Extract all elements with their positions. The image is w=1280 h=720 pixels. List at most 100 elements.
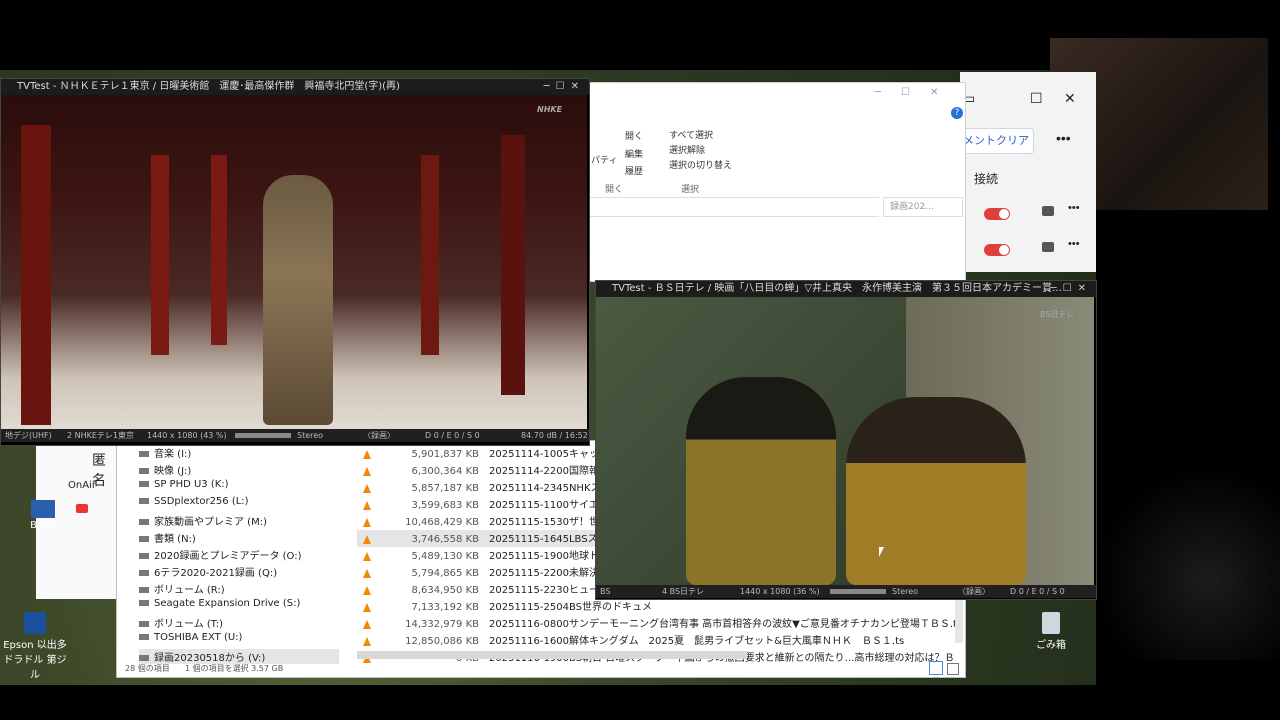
channel-logo: NHKE xyxy=(537,105,563,114)
file-row[interactable]: 12,850,086 KB 20251116-1600解体キングダム 2025夏 … xyxy=(357,632,957,649)
file-name: 20251115-2504BS世界のドキュメ xyxy=(489,602,652,613)
vlc-file-icon xyxy=(363,585,371,595)
desktop-icon-label: ごみ箱 xyxy=(1036,640,1066,651)
signal-label: 84.70 dB / 16:52 xyxy=(521,431,588,440)
nav-drive-item[interactable]: 2020録画とプレミアデータ (O:) xyxy=(139,547,302,562)
nav-drive-item[interactable]: SSDplextor256 (L:) xyxy=(139,496,249,507)
message-icon[interactable] xyxy=(1042,242,1054,252)
nav-drive-item[interactable]: 音楽 (I:) xyxy=(139,445,191,460)
drive-label: Seagate Expansion Drive (S:) xyxy=(154,598,301,609)
window-controls[interactable]: ─☐✕ xyxy=(1051,281,1092,297)
desktop-icon-epson[interactable]: Epson 以出多 ドラドル 第ジル xyxy=(0,612,70,681)
nav-drive-item[interactable]: 家族動画やプレミア (M:) xyxy=(139,513,267,528)
desktop-icon-band[interactable]: Band xyxy=(8,500,78,531)
audio-label[interactable]: Stereo xyxy=(892,585,918,598)
window-titlebar[interactable]: TVTest - ＮＨＫＥテレ１東京 / 日曜美術館 運慶･最高傑作群 興福寺北… xyxy=(1,79,589,95)
nav-drive-item[interactable]: 録画20230518から (V:) xyxy=(139,649,339,664)
phone-link-panel: ▭ ☐ ✕ メントクリア ••• 接続 ••• ••• xyxy=(960,72,1096,272)
nav-drive-item[interactable]: SP PHD U3 (K:) xyxy=(139,479,229,490)
file-size: 5,489,130 KB xyxy=(411,551,480,562)
file-size: 3,599,683 KB xyxy=(411,500,480,511)
more-icon[interactable]: ••• xyxy=(1068,202,1080,214)
drive-icon xyxy=(139,468,149,474)
select-all-button[interactable]: すべて選択 xyxy=(669,128,713,141)
vlc-file-icon xyxy=(363,500,371,510)
more-icon[interactable]: ••• xyxy=(1068,238,1080,250)
nav-drive-item[interactable]: ボリューム (T:) xyxy=(139,615,223,630)
tvtest-window-nhke[interactable]: TVTest - ＮＨＫＥテレ１東京 / 日曜美術館 運慶･最高傑作群 興福寺北… xyxy=(0,78,590,446)
desktop-icon-label: Epson 以出多 ドラドル 第ジル xyxy=(3,640,67,681)
search-input[interactable]: 録画202... xyxy=(883,197,963,217)
mouse-cursor-icon xyxy=(879,547,884,557)
drive-label: SP PHD U3 (K:) xyxy=(154,479,229,490)
properties-button[interactable]: パティ xyxy=(591,153,617,166)
audio-label[interactable]: Stereo xyxy=(297,429,323,442)
edit-button[interactable]: 編集 xyxy=(625,147,643,160)
select-none-button[interactable]: 選択解除 xyxy=(669,143,705,156)
connection-row: ••• xyxy=(972,238,1092,262)
open-button[interactable]: 開く xyxy=(625,129,643,142)
drive-icon xyxy=(139,634,149,640)
help-icon[interactable]: ? xyxy=(951,107,963,119)
drive-label: 音楽 (I:) xyxy=(154,449,192,460)
nav-drive-item[interactable]: ボリューム (R:) xyxy=(139,581,225,596)
clear-button[interactable]: メントクリア xyxy=(962,128,1034,154)
drive-icon xyxy=(139,536,149,542)
error-counter: D 0 / E 0 / S 0 xyxy=(425,431,480,440)
window-titlebar[interactable]: TVTest - ＢＳ日テレ / 映画「八日目の蝉」▽井上真央 永作博美主演 第… xyxy=(596,281,1096,297)
window-title: TVTest - ＮＨＫＥテレ１東京 / 日曜美術館 運慶･最高傑作群 興福寺北… xyxy=(17,81,400,92)
nav-drive-item[interactable]: 映像 (J:) xyxy=(139,462,191,477)
file-row[interactable]: 7,133,192 KB 20251115-2504BS世界のドキュメ xyxy=(357,598,729,615)
vertical-scrollbar[interactable] xyxy=(955,599,963,643)
desktop-icon-recycle-bin[interactable]: ごみ箱 xyxy=(1016,612,1086,651)
file-size: 5,857,187 KB xyxy=(411,483,480,494)
channel-label[interactable]: 2 NHKEテレ1東京 xyxy=(67,429,134,442)
app-icon xyxy=(31,500,55,518)
tiles-view-icon[interactable] xyxy=(947,663,959,675)
resolution-label: 1440 x 1080 (43 %) xyxy=(147,431,227,440)
maximize-icon[interactable]: ☐ xyxy=(1030,90,1043,107)
connection-row: ••• xyxy=(972,202,1092,226)
details-view-icon[interactable] xyxy=(929,661,943,675)
vlc-file-icon xyxy=(363,449,371,459)
tvtest-window-bsntv[interactable]: TVTest - ＢＳ日テレ / 映画「八日目の蝉」▽井上真央 永作博美主演 第… xyxy=(595,280,1097,600)
invert-selection-button[interactable]: 選択の切り替え xyxy=(669,158,732,171)
horizontal-scrollbar[interactable] xyxy=(357,651,747,659)
connection-toggle[interactable] xyxy=(984,208,1010,220)
nav-drive-item[interactable]: Seagate Expansion Drive (S:) xyxy=(139,598,300,609)
more-icon[interactable]: ••• xyxy=(1056,130,1071,146)
window-controls[interactable]: ─☐✕ xyxy=(544,79,585,95)
file-row[interactable]: 14,332,979 KB 20251116-0800サンデーモーニング台湾有事 … xyxy=(357,615,957,632)
file-name: 20251116-1600解体キングダム 2025夏 髭男ライブセット&巨大風車… xyxy=(489,636,905,647)
channel-label[interactable]: 4 BS日テレ xyxy=(662,585,704,598)
close-icon[interactable]: ✕ xyxy=(1064,90,1076,107)
onair-label[interactable]: OnAir xyxy=(68,480,96,491)
webcam-overlay-dark xyxy=(1100,460,1280,660)
record-label[interactable]: 〈録画〉 xyxy=(363,429,395,442)
connection-toggle[interactable] xyxy=(984,244,1010,256)
nav-drive-item[interactable]: 6テラ2020-2021録画 (Q:) xyxy=(139,564,277,579)
message-icon[interactable] xyxy=(1042,206,1054,216)
record-label[interactable]: 〈録画〉 xyxy=(958,585,990,598)
drive-icon xyxy=(139,481,149,487)
drive-label: ボリューム (T:) xyxy=(154,619,224,630)
nav-drive-item[interactable]: 書類 (N:) xyxy=(139,530,196,545)
video-area[interactable]: NHKE xyxy=(1,95,587,429)
window-controls: ─☐✕ xyxy=(875,87,959,98)
group-select-label: 選択 xyxy=(681,185,700,195)
history-button[interactable]: 履歴 xyxy=(625,164,643,177)
drive-icon xyxy=(139,587,149,593)
nav-drive-item[interactable]: TOSHIBA EXT (U:) xyxy=(139,632,242,643)
pillar xyxy=(501,135,525,395)
drive-icon xyxy=(139,519,149,525)
video-area[interactable]: BS日テレ xyxy=(596,297,1094,585)
volume-slider[interactable] xyxy=(830,589,886,594)
vlc-file-icon xyxy=(363,466,371,476)
drive-icon xyxy=(139,655,149,661)
drive-label: ボリューム (R:) xyxy=(154,585,225,596)
address-bar[interactable] xyxy=(589,197,879,217)
drive-icon xyxy=(139,451,149,457)
vlc-file-icon xyxy=(363,534,371,544)
pillar xyxy=(21,125,51,425)
volume-slider[interactable] xyxy=(235,433,291,438)
